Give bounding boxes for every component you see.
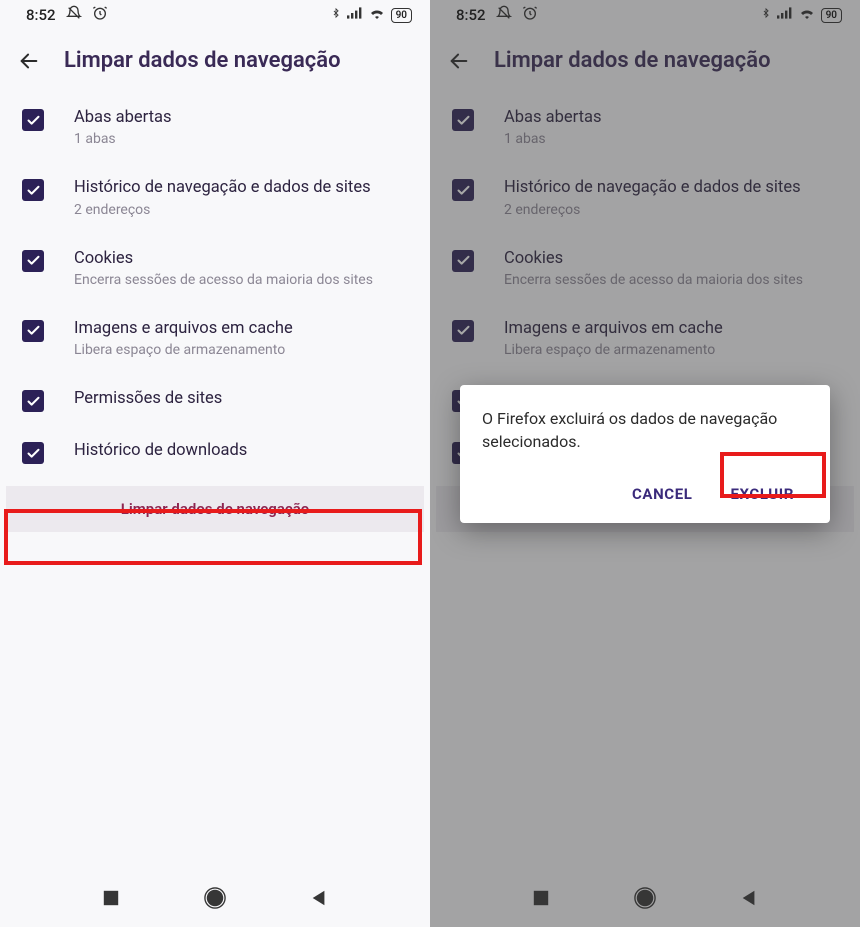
option-downloads[interactable]: Histórico de downloads [0, 426, 430, 478]
option-open-tabs[interactable]: Abas abertas 1 abas [0, 93, 430, 163]
option-cache[interactable]: Imagens e arquivos em cache Libera espaç… [0, 304, 430, 374]
status-time: 8:52 [26, 6, 56, 24]
wifi-icon [369, 7, 385, 23]
status-time: 8:52 [456, 6, 486, 24]
wifi-icon [799, 7, 815, 23]
nav-back-icon[interactable] [310, 889, 328, 911]
checkbox-checked-icon[interactable] [22, 250, 44, 272]
bluetooth-icon [331, 6, 341, 24]
option-history[interactable]: Histórico de navegação e dados de sites … [0, 163, 430, 233]
option-cache[interactable]: Imagens e arquivos em cache Libera espaç… [430, 304, 860, 374]
options-list: Abas abertas 1 abas Histórico de navegaç… [0, 87, 430, 478]
nav-home-icon[interactable] [634, 887, 656, 913]
battery-indicator: 90 [391, 8, 412, 23]
dialog-message: O Firefox excluirá os dados de navegação… [482, 407, 808, 453]
option-sublabel: 1 abas [504, 130, 840, 149]
status-bar: 8:52 90 [0, 0, 430, 30]
option-open-tabs[interactable]: Abas abertas 1 abas [430, 93, 860, 163]
option-label: Imagens e arquivos em cache [74, 318, 410, 339]
option-label: Abas abertas [74, 107, 410, 128]
option-sublabel: 2 endereços [74, 201, 410, 220]
checkbox-checked-icon[interactable] [22, 390, 44, 412]
signal-icon [347, 7, 363, 23]
nav-recent-icon[interactable] [532, 889, 550, 911]
header: Limpar dados de navegação [430, 30, 860, 87]
option-sublabel: 1 abas [74, 130, 410, 149]
dialog-cancel-button[interactable]: CANCEL [618, 475, 706, 513]
android-nav-bar [430, 873, 860, 927]
option-label: Abas abertas [504, 107, 840, 128]
option-sublabel: Libera espaço de armazenamento [504, 341, 840, 360]
android-nav-bar [0, 873, 430, 927]
checkbox-checked-icon[interactable] [22, 320, 44, 342]
page-title: Limpar dados de navegação [494, 48, 771, 73]
checkbox-checked-icon[interactable] [452, 320, 474, 342]
screen-left: 8:52 90 Limpar dados de navegação [0, 0, 430, 927]
checkbox-checked-icon[interactable] [452, 179, 474, 201]
screen-right: 8:52 90 Limpar dados de navegação [430, 0, 860, 927]
dialog-confirm-button[interactable]: EXCLUIR [716, 475, 808, 513]
option-sublabel: 2 endereços [504, 201, 840, 220]
option-sublabel: Encerra sessões de acesso da maioria dos… [74, 271, 410, 290]
clear-data-button[interactable]: Limpar dados de navegação [6, 486, 424, 532]
notification-mute-icon [496, 5, 512, 25]
status-bar: 8:52 90 [430, 0, 860, 30]
nav-home-icon[interactable] [204, 887, 226, 913]
checkbox-checked-icon[interactable] [22, 442, 44, 464]
option-label: Histórico de navegação e dados de sites [504, 177, 840, 198]
signal-icon [777, 7, 793, 23]
checkbox-checked-icon[interactable] [452, 109, 474, 131]
option-label: Cookies [74, 248, 410, 269]
back-icon[interactable] [18, 50, 40, 72]
back-icon[interactable] [448, 50, 470, 72]
option-sublabel: Encerra sessões de acesso da maioria dos… [504, 271, 840, 290]
option-label: Histórico de navegação e dados de sites [74, 177, 410, 198]
bluetooth-icon [761, 6, 771, 24]
checkbox-checked-icon[interactable] [22, 109, 44, 131]
confirm-dialog: O Firefox excluirá os dados de navegação… [460, 385, 830, 523]
option-history[interactable]: Histórico de navegação e dados de sites … [430, 163, 860, 233]
notification-mute-icon [66, 5, 82, 25]
option-label: Imagens e arquivos em cache [504, 318, 840, 339]
option-permissions[interactable]: Permissões de sites [0, 374, 430, 426]
option-label: Permissões de sites [74, 388, 410, 409]
option-cookies[interactable]: Cookies Encerra sessões de acesso da mai… [430, 234, 860, 304]
alarm-icon [92, 5, 108, 25]
checkbox-checked-icon[interactable] [452, 250, 474, 272]
nav-recent-icon[interactable] [102, 889, 120, 911]
page-title: Limpar dados de navegação [64, 48, 341, 73]
battery-indicator: 90 [821, 8, 842, 23]
option-cookies[interactable]: Cookies Encerra sessões de acesso da mai… [0, 234, 430, 304]
alarm-icon [522, 5, 538, 25]
checkbox-checked-icon[interactable] [22, 179, 44, 201]
option-sublabel: Libera espaço de armazenamento [74, 341, 410, 360]
header: Limpar dados de navegação [0, 30, 430, 87]
option-label: Histórico de downloads [74, 440, 410, 461]
nav-back-icon[interactable] [740, 889, 758, 911]
option-label: Cookies [504, 248, 840, 269]
